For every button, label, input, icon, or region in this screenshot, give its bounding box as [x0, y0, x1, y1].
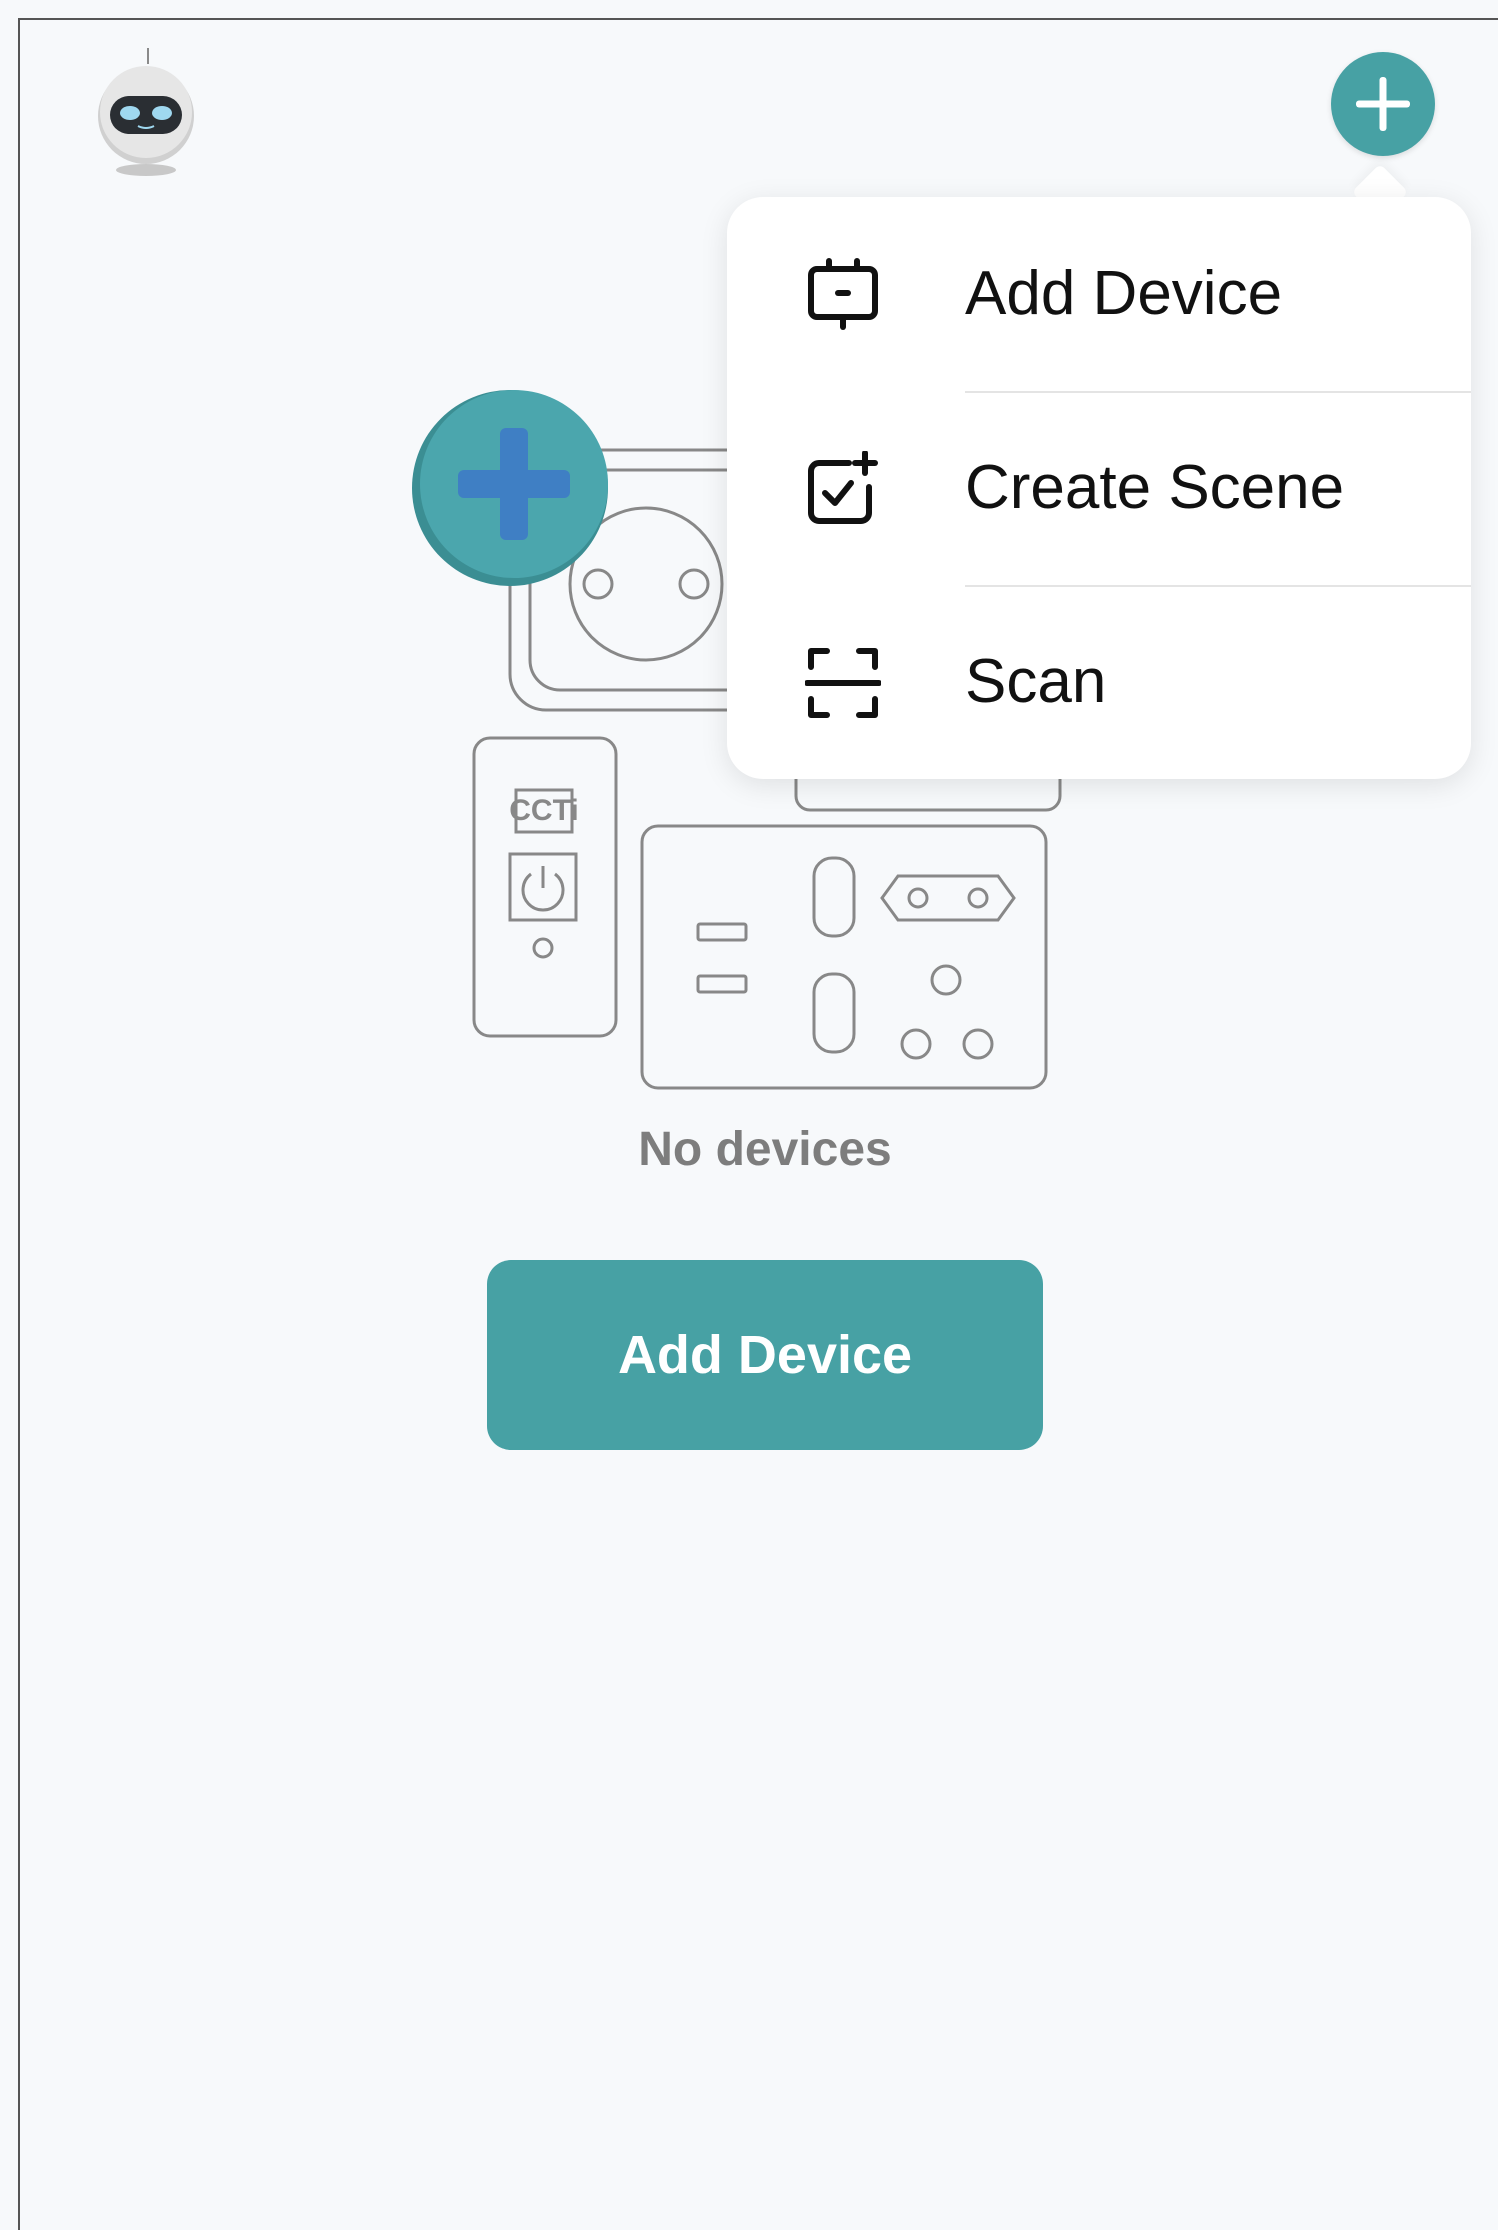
menu-item-label: Scan [965, 647, 1107, 716]
add-device-button[interactable]: Add Device [487, 1260, 1043, 1450]
add-menu-button[interactable] [1331, 52, 1435, 156]
menu-item-scan[interactable]: Scan [727, 585, 1471, 779]
robot-avatar-icon[interactable] [80, 42, 200, 182]
illustration-badge-text: CCTi [509, 794, 578, 827]
empty-state-message: No devices [638, 1123, 892, 1176]
scan-icon [805, 648, 881, 718]
menu-item-create-scene[interactable]: Create Scene [727, 391, 1471, 585]
menu-item-label: Add Device [965, 259, 1283, 328]
add-dropdown-menu: Add Device Create Scene Scan [727, 197, 1471, 779]
device-icon [808, 258, 878, 330]
menu-item-label: Create Scene [965, 453, 1345, 522]
plus-badge-icon [412, 390, 608, 586]
menu-item-add-device[interactable]: Add Device [727, 197, 1471, 391]
scene-add-icon [808, 451, 878, 524]
